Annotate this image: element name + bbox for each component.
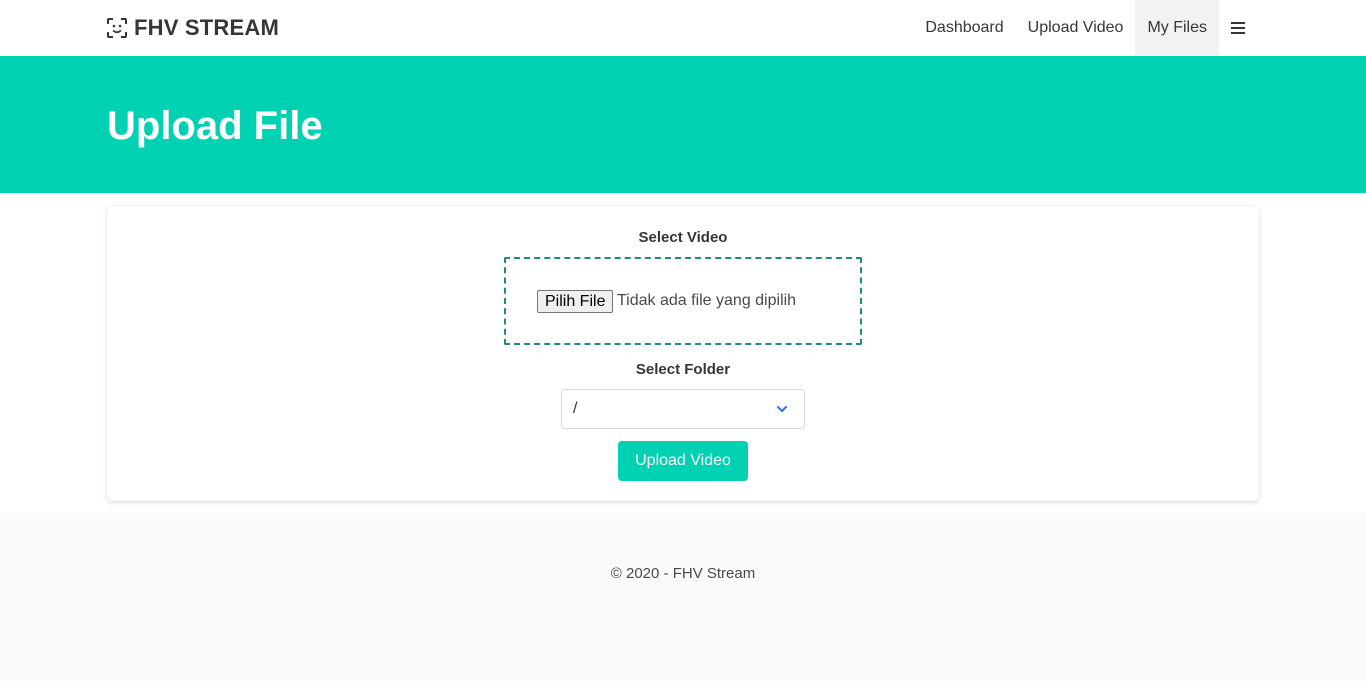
brand-name: FHV STREAM — [134, 15, 279, 40]
choose-file-button[interactable]: Pilih File — [537, 290, 614, 313]
hero-banner: Upload File — [0, 56, 1366, 193]
nav-item-upload-video[interactable]: Upload Video — [1016, 0, 1136, 56]
select-folder-label: Select Folder — [635, 361, 731, 378]
brand-link[interactable]: FHV STREAM — [107, 0, 279, 56]
nav-item-dashboard[interactable]: Dashboard — [913, 0, 1015, 56]
chevron-down-icon — [777, 406, 787, 412]
page-title: Upload File — [107, 104, 323, 148]
face-scan-icon — [107, 18, 127, 38]
copyright-text: © 2020 - FHV Stream — [610, 565, 756, 582]
file-dropzone[interactable]: Pilih File Tidak ada file yang dipilih — [504, 257, 862, 345]
nav-item-my-files[interactable]: My Files — [1135, 0, 1219, 56]
main-section: Select Video Pilih File Tidak ada file y… — [0, 193, 1366, 513]
file-status-text: Tidak ada file yang dipilih — [617, 292, 797, 309]
navbar: FHV STREAM Dashboard Upload Video My Fil… — [0, 0, 1366, 56]
upload-video-button[interactable]: Upload Video — [618, 441, 748, 481]
hamburger-menu-icon — [1231, 21, 1247, 35]
folder-select[interactable]: / — [561, 389, 805, 429]
footer: © 2020 - FHV Stream — [0, 513, 1366, 681]
upload-card: Select Video Pilih File Tidak ada file y… — [107, 206, 1259, 501]
select-video-label: Select Video — [638, 229, 728, 246]
menu-button[interactable] — [1219, 0, 1259, 56]
folder-select-value: / — [573, 400, 578, 417]
nav-menu: Dashboard Upload Video My Files — [913, 0, 1259, 56]
